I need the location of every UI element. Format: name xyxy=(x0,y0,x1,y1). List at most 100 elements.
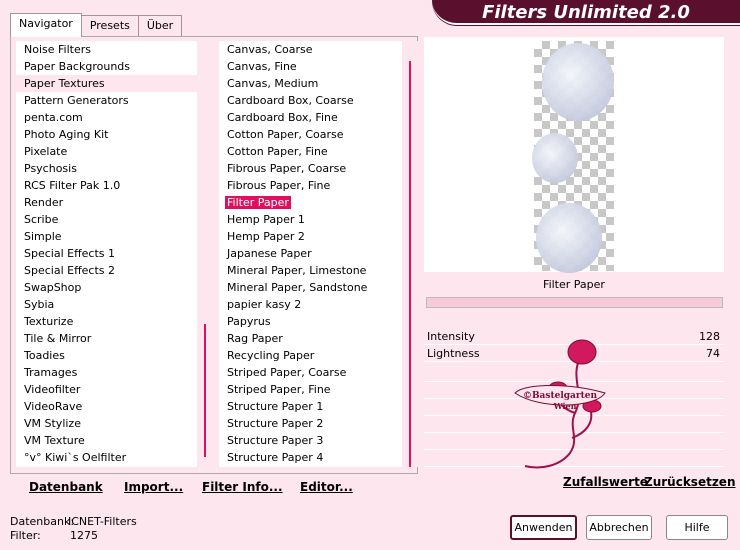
category-item[interactable]: Special Effects 2 xyxy=(16,262,197,279)
category-item[interactable]: SwapShop xyxy=(16,279,197,296)
filter-item-label: Hemp Paper 2 xyxy=(227,230,305,243)
filter-item[interactable]: Striped Paper, Coarse xyxy=(219,364,402,381)
category-item[interactable]: Paper Backgrounds xyxy=(16,58,197,75)
filter-item[interactable]: Canvas, Coarse xyxy=(219,41,402,58)
filter-scrollbar[interactable] xyxy=(404,41,418,467)
filter-item[interactable]: Structure Paper 3 xyxy=(219,432,402,449)
filter-item-label: Structure Paper 1 xyxy=(227,400,324,413)
cancel-button[interactable]: Abbrechen xyxy=(586,515,652,540)
db-label: Datenbank: xyxy=(10,515,75,528)
datenbank-button[interactable]: Datenbank xyxy=(29,480,103,494)
filter-item-label: Fibrous Paper, Fine xyxy=(227,179,331,192)
tab-presets[interactable]: Presets xyxy=(80,15,139,36)
category-scrollbar[interactable] xyxy=(199,41,213,467)
category-item[interactable]: °v° Kiwi`s Oelfilter xyxy=(16,449,197,466)
filter-count-label: Filter: xyxy=(10,529,41,542)
category-item[interactable]: Photo Aging Kit xyxy=(16,126,197,143)
filter-item[interactable]: Japanese Paper xyxy=(219,245,402,262)
filter-item[interactable]: Structure Paper 4 xyxy=(219,449,402,466)
filter-item[interactable]: Mineral Paper, Sandstone xyxy=(219,279,402,296)
category-item-label: Toadies xyxy=(24,349,65,362)
category-item[interactable]: VM Texture xyxy=(16,432,197,449)
category-item-label: Psychosis xyxy=(24,162,77,175)
category-item[interactable]: Scribe xyxy=(16,211,197,228)
category-scrollbar-thumb[interactable] xyxy=(204,324,206,457)
filter-item-label: Filter Paper xyxy=(225,196,291,209)
filter-item[interactable]: Structure Paper 1 xyxy=(219,398,402,415)
status-area: Datenbank:ICNET-Filters Filter: 1275 xyxy=(10,515,137,543)
filter-scrollbar-thumb[interactable] xyxy=(409,61,411,467)
filter-item[interactable]: Rag Paper xyxy=(219,330,402,347)
filter-item[interactable]: Cotton Paper, Fine xyxy=(219,143,402,160)
zufallswerte-button[interactable]: Zufallswerte xyxy=(563,475,648,489)
filter-item[interactable]: Cardboard Box, Coarse xyxy=(219,92,402,109)
tab-navigator[interactable]: Navigator xyxy=(10,13,82,37)
filter-item[interactable]: Cotton Paper, Coarse xyxy=(219,126,402,143)
zuruecksetzen-button[interactable]: Zurücksetzen xyxy=(644,475,735,489)
category-item[interactable]: Render xyxy=(16,194,197,211)
category-item[interactable]: Pattern Generators xyxy=(16,92,197,109)
category-item-label: Noise Filters xyxy=(24,43,91,56)
svg-text:©Bastelgarten: ©Bastelgarten xyxy=(523,391,598,401)
category-item[interactable]: Special Effects 1 xyxy=(16,245,197,262)
watermark-logo: ©Bastelgarten Wien xyxy=(514,339,606,469)
category-item[interactable]: penta.com xyxy=(16,109,197,126)
category-item[interactable]: Simple xyxy=(16,228,197,245)
filter-item[interactable]: Canvas, Fine xyxy=(219,58,402,75)
filter-item[interactable]: Recycling Paper xyxy=(219,347,402,364)
filter-item[interactable]: Cardboard Box, Fine xyxy=(219,109,402,126)
tab-uber[interactable]: Über xyxy=(137,15,183,36)
window-title: Filters Unlimited 2.0 xyxy=(432,0,740,25)
filter-item-label: Striped Paper, Fine xyxy=(227,383,331,396)
filter-item[interactable]: papier kasy 2 xyxy=(219,296,402,313)
import-button[interactable]: Import... xyxy=(124,480,183,494)
category-item-label: SwapShop xyxy=(24,281,82,294)
filter-item-label: Hemp Paper 1 xyxy=(227,213,305,226)
filter-item-label: Canvas, Coarse xyxy=(227,43,313,56)
category-item-label: RCS Filter Pak 1.0 xyxy=(24,179,121,192)
category-item-label: Tile & Mirror xyxy=(24,332,92,345)
editor-button[interactable]: Editor... xyxy=(300,480,353,494)
filter-item[interactable]: Mineral Paper, Limestone xyxy=(219,262,402,279)
category-item[interactable]: Paper Textures xyxy=(16,75,197,92)
category-item[interactable]: Noise Filters xyxy=(16,41,197,58)
right-toolbar: Zufallswerte Zurücksetzen xyxy=(424,475,735,499)
filter-item-label: Cardboard Box, Coarse xyxy=(227,94,354,107)
filter-item[interactable]: Hemp Paper 1 xyxy=(219,211,402,228)
param-value: 128 xyxy=(699,330,720,343)
category-item[interactable]: VideoRave xyxy=(16,398,197,415)
category-item-label: Special Effects 2 xyxy=(24,264,116,277)
filter-item[interactable]: Filter Paper xyxy=(219,194,402,211)
filter-item[interactable]: Fibrous Paper, Coarse xyxy=(219,160,402,177)
filter-item[interactable]: Striped Paper, Fine xyxy=(219,381,402,398)
category-item[interactable]: Tramages xyxy=(16,364,197,381)
filter-item[interactable]: Hemp Paper 2 xyxy=(219,228,402,245)
category-item[interactable]: Sybia xyxy=(16,296,197,313)
category-item[interactable]: RCS Filter Pak 1.0 xyxy=(16,177,197,194)
param-label: Lightness xyxy=(427,347,480,360)
category-item[interactable]: VM Stylize xyxy=(16,415,197,432)
category-item[interactable]: Toadies xyxy=(16,347,197,364)
category-item[interactable]: Tile & Mirror xyxy=(16,330,197,347)
preview-circle-top xyxy=(542,43,614,121)
svg-text:Wien: Wien xyxy=(553,401,577,411)
category-item[interactable]: Videofilter xyxy=(16,381,197,398)
category-item-label: °v° Kiwi`s Oelfilter xyxy=(24,451,127,464)
filter-item-label: Canvas, Fine xyxy=(227,60,297,73)
filter-item[interactable]: Structure Paper 2 xyxy=(219,415,402,432)
filter-item[interactable]: Fibrous Paper, Fine xyxy=(219,177,402,194)
filter-list[interactable]: Canvas, Coarse Canvas, Fine Canvas, Medium… xyxy=(219,41,402,467)
category-item-label: Tramages xyxy=(24,366,78,379)
filter-item-label: Cotton Paper, Coarse xyxy=(227,128,344,141)
category-item[interactable]: Texturize xyxy=(16,313,197,330)
category-list[interactable]: Noise Filters Paper Backgrounds Paper Text… xyxy=(16,41,197,467)
filter-item-label: Japanese Paper xyxy=(227,247,312,260)
category-item[interactable]: Pixelate xyxy=(16,143,197,160)
category-item[interactable]: Psychosis xyxy=(16,160,197,177)
help-button[interactable]: Hilfe xyxy=(666,515,728,540)
filter-item[interactable]: Papyrus xyxy=(219,313,402,330)
apply-button[interactable]: Anwenden xyxy=(510,515,577,540)
filter-info-button[interactable]: Filter Info... xyxy=(202,480,283,494)
filter-item[interactable]: Canvas, Medium xyxy=(219,75,402,92)
navigator-panel: Noise Filters Paper Backgrounds Paper Text… xyxy=(10,36,418,474)
